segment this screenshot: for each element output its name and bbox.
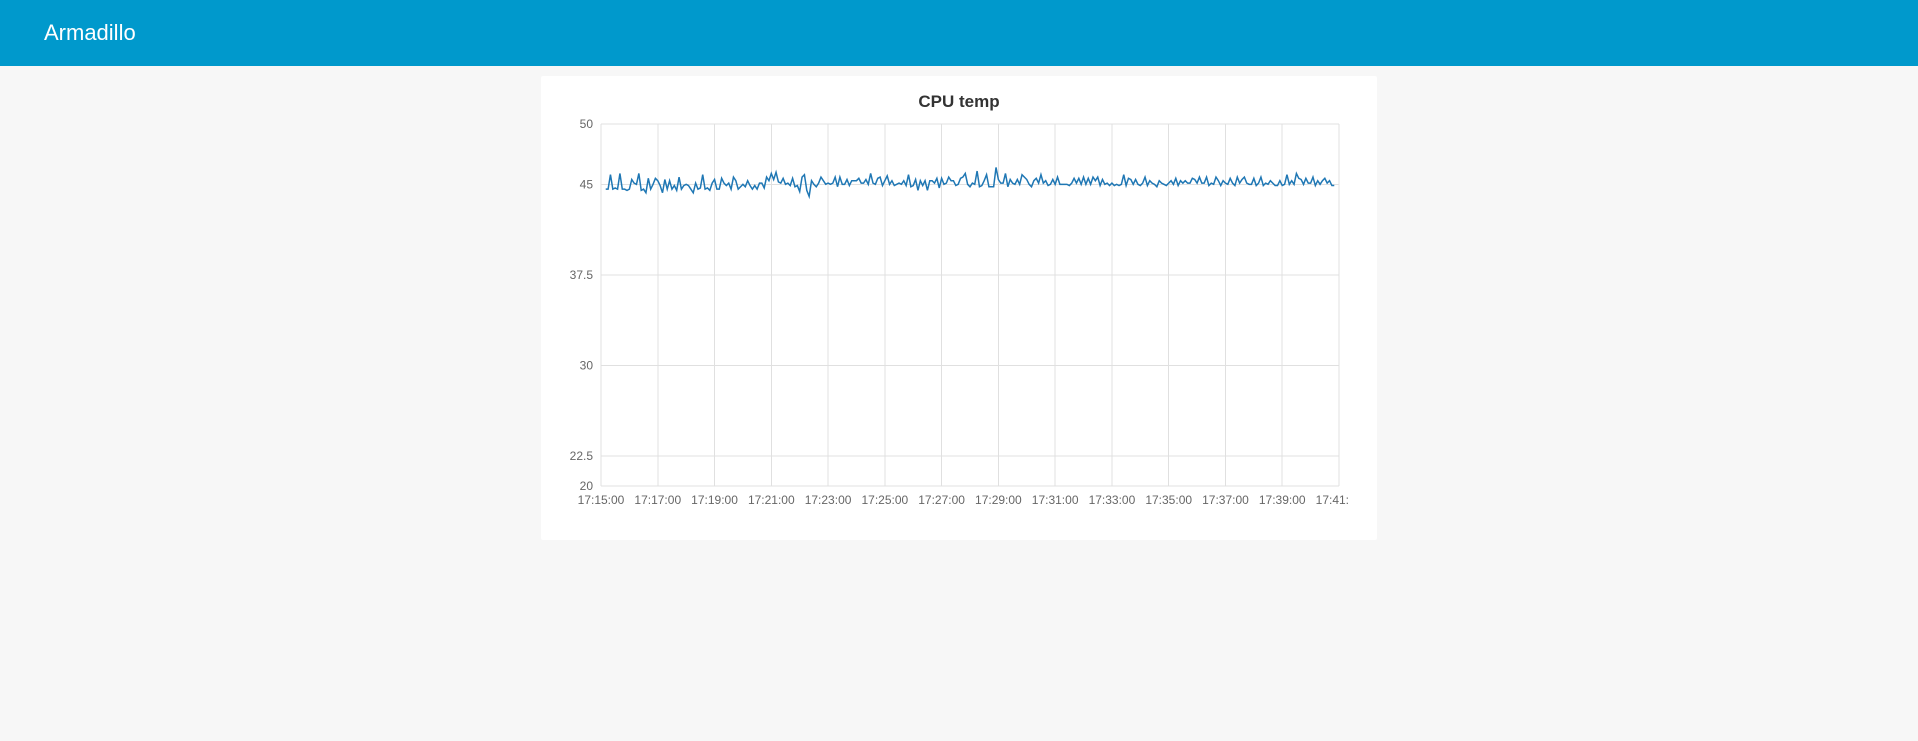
svg-text:37.5: 37.5	[570, 268, 594, 282]
svg-text:17:23:00: 17:23:00	[805, 493, 852, 507]
line-chart: 20 22.5 30 37.5 45 50 17:15:00 17:17:00 17:19:00…	[549, 116, 1349, 516]
brand-title: Armadillo	[44, 20, 136, 46]
svg-text:17:29:00: 17:29:00	[975, 493, 1022, 507]
svg-text:17:25:00: 17:25:00	[861, 493, 908, 507]
svg-text:17:21:00: 17:21:00	[748, 493, 795, 507]
svg-text:17:15:00: 17:15:00	[578, 493, 625, 507]
chart-wrap: 20 22.5 30 37.5 45 50 17:15:00 17:17:00 17:19:00…	[549, 116, 1369, 516]
svg-text:17:37:00: 17:37:00	[1202, 493, 1249, 507]
svg-text:17:33:00: 17:33:00	[1089, 493, 1136, 507]
svg-text:17:39:00: 17:39:00	[1259, 493, 1306, 507]
topbar: Armadillo	[0, 0, 1918, 66]
svg-text:17:27:00: 17:27:00	[918, 493, 965, 507]
svg-text:17:35:00: 17:35:00	[1145, 493, 1192, 507]
svg-text:20: 20	[580, 479, 594, 493]
content-area: CPU temp 20 22.5 30 37.5 45 50 17:15:00 17:17:0…	[0, 66, 1918, 540]
svg-text:30: 30	[580, 358, 594, 372]
svg-text:50: 50	[580, 117, 594, 131]
svg-text:17:41:00: 17:41:00	[1316, 493, 1349, 507]
svg-text:17:31:00: 17:31:00	[1032, 493, 1079, 507]
svg-text:22.5: 22.5	[570, 449, 594, 463]
chart-card: CPU temp 20 22.5 30 37.5 45 50 17:15:00 17:17:0…	[541, 76, 1377, 540]
chart-title: CPU temp	[549, 92, 1369, 112]
svg-text:45: 45	[580, 177, 594, 191]
svg-text:17:19:00: 17:19:00	[691, 493, 738, 507]
svg-text:17:17:00: 17:17:00	[634, 493, 681, 507]
